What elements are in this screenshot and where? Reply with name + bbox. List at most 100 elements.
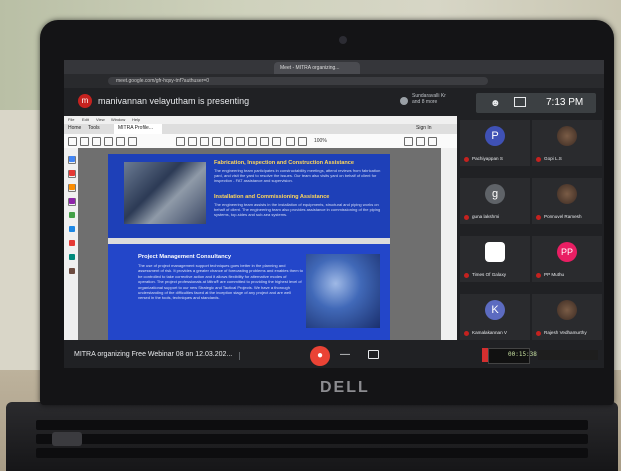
mic-off-icon xyxy=(536,157,541,162)
presenter-avatar: m xyxy=(78,94,92,108)
grid-icon[interactable] xyxy=(236,137,245,146)
crop-icon[interactable] xyxy=(188,137,197,146)
chat-icon[interactable] xyxy=(514,97,526,107)
edit-pdf-icon[interactable] xyxy=(69,184,75,190)
participant-avatar: K xyxy=(485,300,505,320)
tab-tools[interactable]: Tools xyxy=(88,125,100,131)
menu-view[interactable]: View xyxy=(96,117,105,122)
protect-icon[interactable] xyxy=(69,240,75,246)
page-icon[interactable] xyxy=(176,137,185,146)
zoom-in-icon[interactable] xyxy=(128,137,137,146)
laptop-screen: Meet - MITRA organizing... meet.google.c… xyxy=(64,60,604,368)
meeting-clock: 7:13 PM xyxy=(546,97,584,108)
hangup-icon[interactable]: — xyxy=(340,349,350,360)
sign-icon[interactable] xyxy=(428,137,437,146)
menu-help[interactable]: Help xyxy=(132,117,140,122)
keyboard-row xyxy=(36,420,588,430)
rotate-icon[interactable] xyxy=(200,137,209,146)
upload-icon[interactable] xyxy=(80,137,89,146)
mic-toggle-button[interactable]: ● xyxy=(310,346,330,366)
pdf-icon[interactable] xyxy=(212,137,221,146)
participant-logo xyxy=(485,242,505,262)
address-bar[interactable]: meet.google.com/gfr-hqsy-tnf?authuser=0 xyxy=(108,77,488,85)
participants-grid: P Pachiyappan S Gopi L.S g guna lakshmi … xyxy=(458,116,604,352)
mic-off-icon xyxy=(464,157,469,162)
dell-logo: DELL xyxy=(320,379,370,396)
mic-off-icon xyxy=(464,215,469,220)
webcam-lens xyxy=(339,36,347,44)
organize-icon[interactable] xyxy=(69,226,75,232)
participant-avatar: PP xyxy=(557,242,577,262)
zoom-level[interactable]: 100% xyxy=(314,138,327,144)
mic-off-icon xyxy=(536,215,541,220)
menu-edit[interactable]: Edit xyxy=(82,117,89,122)
fill-sign-icon[interactable] xyxy=(69,254,75,260)
presenter-banner: manivannan velayutham is presenting xyxy=(98,96,250,106)
sign-in-link[interactable]: Sign In xyxy=(416,125,432,131)
annotate-icon[interactable] xyxy=(416,137,425,146)
section-title: Fabrication, Inspection and Construction… xyxy=(214,160,354,166)
divider xyxy=(239,352,240,360)
sheet-icon[interactable] xyxy=(272,137,281,146)
participant-tile[interactable]: P Pachiyappan S xyxy=(460,120,530,166)
save-icon[interactable] xyxy=(68,137,77,146)
participant-tile[interactable]: g guna lakshmi xyxy=(460,178,530,224)
participant-tile[interactable]: Rajesh Vedhamurthy xyxy=(532,294,602,340)
create-pdf-icon[interactable] xyxy=(69,170,75,176)
thumbnail-icon[interactable] xyxy=(260,137,269,146)
menu-file[interactable]: File xyxy=(68,117,74,122)
participant-avatar: P xyxy=(485,126,505,146)
participant-name: Rajesh Vedhamurthy xyxy=(544,330,587,335)
print-icon[interactable] xyxy=(92,137,101,146)
section-body: The engineering team assists in the inst… xyxy=(214,202,381,217)
participant-tile[interactable]: Times Of Galaxy xyxy=(460,236,530,282)
participant-name: Pachiyappan S xyxy=(472,156,503,161)
laptop-keyboard-deck xyxy=(6,402,618,471)
camera-toggle-icon[interactable] xyxy=(368,350,379,359)
participant-name: PP Muthu xyxy=(544,272,565,277)
section-body: The use of project management support te… xyxy=(138,263,303,301)
keyboard-row xyxy=(36,448,588,458)
layout-icon[interactable] xyxy=(248,137,257,146)
people-icon[interactable]: ☻ xyxy=(490,98,501,109)
participant-tile[interactable]: PP PP Muthu xyxy=(532,236,602,282)
section-title: Project Management Consultancy xyxy=(138,254,232,260)
participant-tile[interactable]: Ponnuvel Ramesh xyxy=(532,178,602,224)
meeting-title[interactable]: MITRA organizing Free Webinar 08 on 12.0… xyxy=(74,351,232,358)
tab-home[interactable]: Home xyxy=(68,125,81,131)
participant-name: Gopi L.S xyxy=(544,156,562,161)
pinned-participants-chip[interactable]: Sundaravalli Kr and 8 more xyxy=(412,93,468,111)
browser-tab-meet[interactable]: Meet - MITRA organizing... xyxy=(274,62,360,74)
hand-icon[interactable] xyxy=(298,137,307,146)
export-pdf-icon[interactable] xyxy=(69,156,75,162)
combine-icon[interactable] xyxy=(69,212,75,218)
comment-icon[interactable] xyxy=(69,198,75,204)
section-body: The engineering team participates in con… xyxy=(214,168,381,183)
mic-off-icon xyxy=(536,331,541,336)
more-tools-icon[interactable] xyxy=(69,268,75,274)
search-icon[interactable] xyxy=(104,137,113,146)
participant-photo xyxy=(557,300,577,320)
mic-off-icon xyxy=(464,331,469,336)
shared-pdf-viewer: File Edit View Window Help Home Tools MI… xyxy=(64,116,457,340)
participant-tile[interactable]: Gopi L.S xyxy=(532,120,602,166)
menu-window[interactable]: Window xyxy=(111,117,125,122)
system-tray xyxy=(538,350,598,360)
copy-icon[interactable] xyxy=(224,137,233,146)
participant-avatar: g xyxy=(485,184,505,204)
keyboard-row xyxy=(36,434,588,444)
pdf-right-tools-rail xyxy=(441,148,457,340)
participant-photo xyxy=(557,184,577,204)
consultancy-photo xyxy=(306,254,380,328)
pinned-participant-avatar[interactable] xyxy=(400,97,408,105)
photo-scene: DELL Meet - MITRA organizing... meet.goo… xyxy=(0,0,621,471)
participant-name: Kamalakannan V xyxy=(472,330,507,335)
zoom-out-icon[interactable] xyxy=(116,137,125,146)
laptop-power-button xyxy=(52,432,82,446)
share-icon[interactable] xyxy=(404,137,413,146)
participant-tile[interactable]: K Kamalakannan V xyxy=(460,294,530,340)
section-title: Installation and Commissioning Assistanc… xyxy=(214,194,330,200)
participant-name: Ponnuvel Ramesh xyxy=(544,214,582,219)
cursor-icon[interactable] xyxy=(286,137,295,146)
tab-document[interactable]: MITRA Profile... xyxy=(118,125,153,131)
